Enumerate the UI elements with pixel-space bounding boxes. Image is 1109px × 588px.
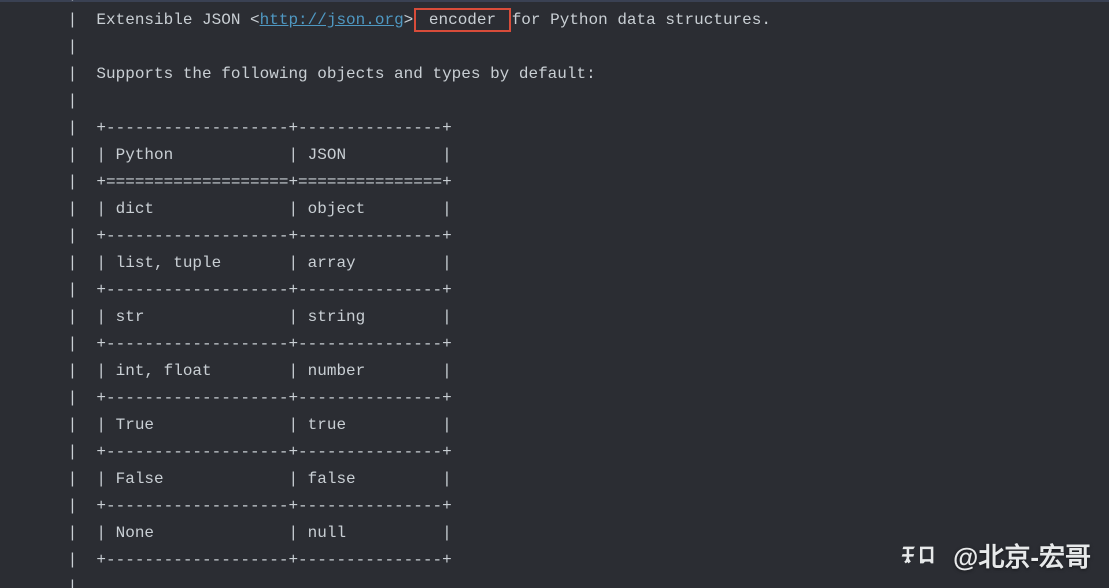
table-row: | | int, float | number | bbox=[58, 362, 452, 380]
table-row: | | str | string | bbox=[58, 308, 452, 326]
table-row: | | None | null | bbox=[58, 524, 452, 542]
intro-pre: | Extensible JSON < bbox=[58, 11, 260, 29]
docstring-block: | | Extensible JSON <http://json.org> en… bbox=[0, 0, 1109, 588]
table-header: | | Python | JSON | bbox=[58, 146, 452, 164]
editor-viewport: | | Extensible JSON <http://json.org> en… bbox=[0, 0, 1109, 588]
table-sep: | +-------------------+---------------+ bbox=[58, 443, 452, 461]
table-sep: | +-------------------+---------------+ bbox=[58, 389, 452, 407]
pipe-line: | bbox=[58, 38, 77, 56]
table-row: | | False | false | bbox=[58, 470, 452, 488]
table-sep: | +-------------------+---------------+ bbox=[58, 335, 452, 353]
table-sep: | +-------------------+---------------+ bbox=[58, 551, 452, 569]
table-row: | | dict | object | bbox=[58, 200, 452, 218]
table-sep: | +-------------------+---------------+ bbox=[58, 119, 452, 137]
table-sep: | +-------------------+---------------+ bbox=[58, 227, 452, 245]
supports-line: | Supports the following objects and typ… bbox=[58, 65, 596, 83]
table-row: | | True | true | bbox=[58, 416, 452, 434]
pipe-line: | bbox=[58, 578, 77, 588]
table-row: | | list, tuple | array | bbox=[58, 254, 452, 272]
highlighted-encoder: encoder bbox=[414, 8, 510, 32]
table-sep-eq: | +===================+===============+ bbox=[58, 173, 452, 191]
table-sep: | +-------------------+---------------+ bbox=[58, 497, 452, 515]
watermark-text: @北京-宏哥 bbox=[953, 544, 1091, 571]
watermark: @北京-宏哥 bbox=[895, 543, 1091, 572]
intro-post: for Python data structures. bbox=[512, 11, 771, 29]
zhihu-icon bbox=[895, 543, 945, 572]
json-org-link[interactable]: http://json.org bbox=[260, 11, 404, 29]
pipe-line: | bbox=[58, 92, 77, 110]
table-sep: | +-------------------+---------------+ bbox=[58, 281, 452, 299]
intro-line: | Extensible JSON <http://json.org> enco… bbox=[58, 11, 771, 29]
pipe-line: | bbox=[58, 0, 77, 2]
intro-mid: > bbox=[404, 11, 414, 29]
